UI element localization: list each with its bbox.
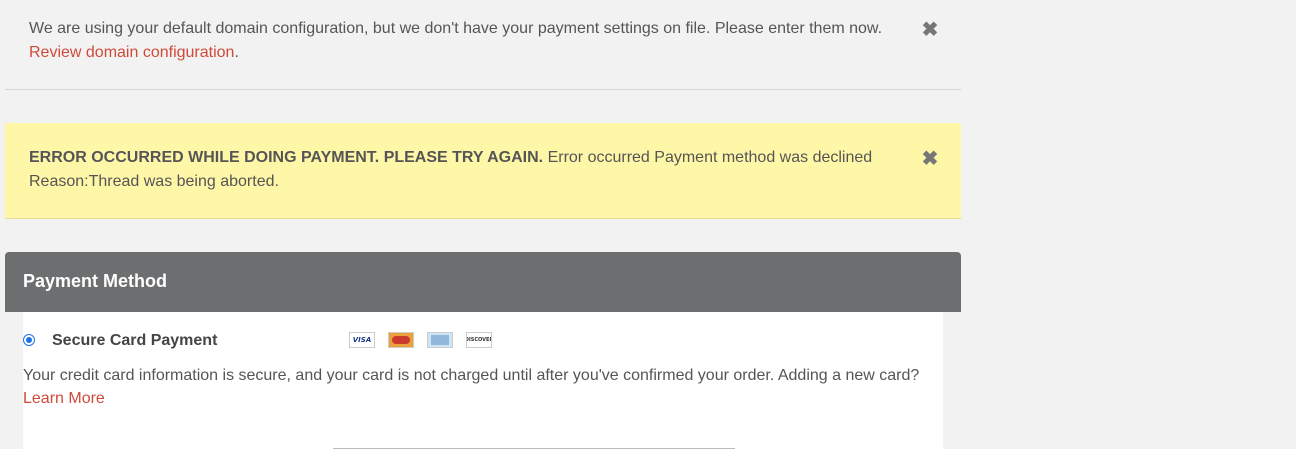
card-security-description: Your credit card information is secure, … <box>23 364 923 410</box>
payment-error-banner: ERROR OCCURRED WHILE DOING PAYMENT. PLEA… <box>5 123 961 219</box>
error-message: ERROR OCCURRED WHILE DOING PAYMENT. PLEA… <box>29 146 889 194</box>
error-heading: ERROR OCCURRED WHILE DOING PAYMENT. PLEA… <box>29 149 544 166</box>
payment-method-title: Payment Method <box>23 271 168 291</box>
learn-more-link[interactable]: Learn More <box>23 390 105 407</box>
visa-card-icon: VISA <box>349 332 375 348</box>
secure-card-payment-label[interactable]: Secure Card Payment <box>52 332 217 350</box>
discover-card-icon: DISCOVER <box>466 332 492 348</box>
secure-card-payment-radio[interactable] <box>23 334 35 346</box>
card-logos: VISA DISCOVER <box>349 332 492 348</box>
notice-period: . <box>234 44 239 61</box>
notice-text: We are using your default domain configu… <box>29 20 883 37</box>
domain-config-notice: We are using your default domain configu… <box>5 0 961 90</box>
description-text: Your credit card information is secure, … <box>23 367 920 384</box>
mastercard-card-icon <box>388 332 414 348</box>
close-error-icon[interactable]: ✖ <box>921 149 939 169</box>
close-notice-icon[interactable]: ✖ <box>921 20 939 40</box>
payment-method-header: Payment Method <box>5 252 961 312</box>
payment-method-body: Secure Card Payment VISA DISCOVER Your c… <box>23 312 943 449</box>
review-domain-configuration-link[interactable]: Review domain configuration <box>29 44 234 61</box>
notice-message: We are using your default domain configu… <box>29 17 899 65</box>
amex-card-icon <box>427 332 453 348</box>
